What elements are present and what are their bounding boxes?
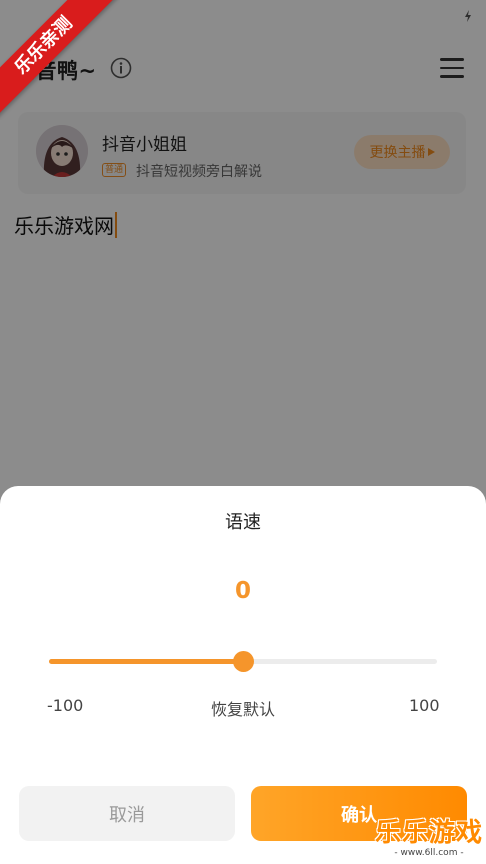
corner-ribbon: 乐乐亲测 <box>0 0 120 120</box>
site-watermark-url: - www.6ll.com - <box>394 848 464 858</box>
slider-fill <box>49 659 243 664</box>
speed-bottom-sheet: 语速 0 -100 恢复默认 100 取消 确认 <box>0 486 486 864</box>
slider-max-label: 100 <box>409 696 440 715</box>
speed-value: 0 <box>234 578 251 604</box>
cancel-button[interactable]: 取消 <box>19 786 235 841</box>
slider-thumb[interactable] <box>233 651 254 672</box>
site-watermark-name: 乐乐游戏 <box>374 818 483 848</box>
site-watermark: 乐乐游戏 - www.6ll.com - <box>372 812 486 864</box>
speed-slider[interactable] <box>49 651 437 672</box>
sheet-title: 语速 <box>225 512 261 533</box>
ribbon-text: 乐乐亲测 <box>0 0 119 120</box>
